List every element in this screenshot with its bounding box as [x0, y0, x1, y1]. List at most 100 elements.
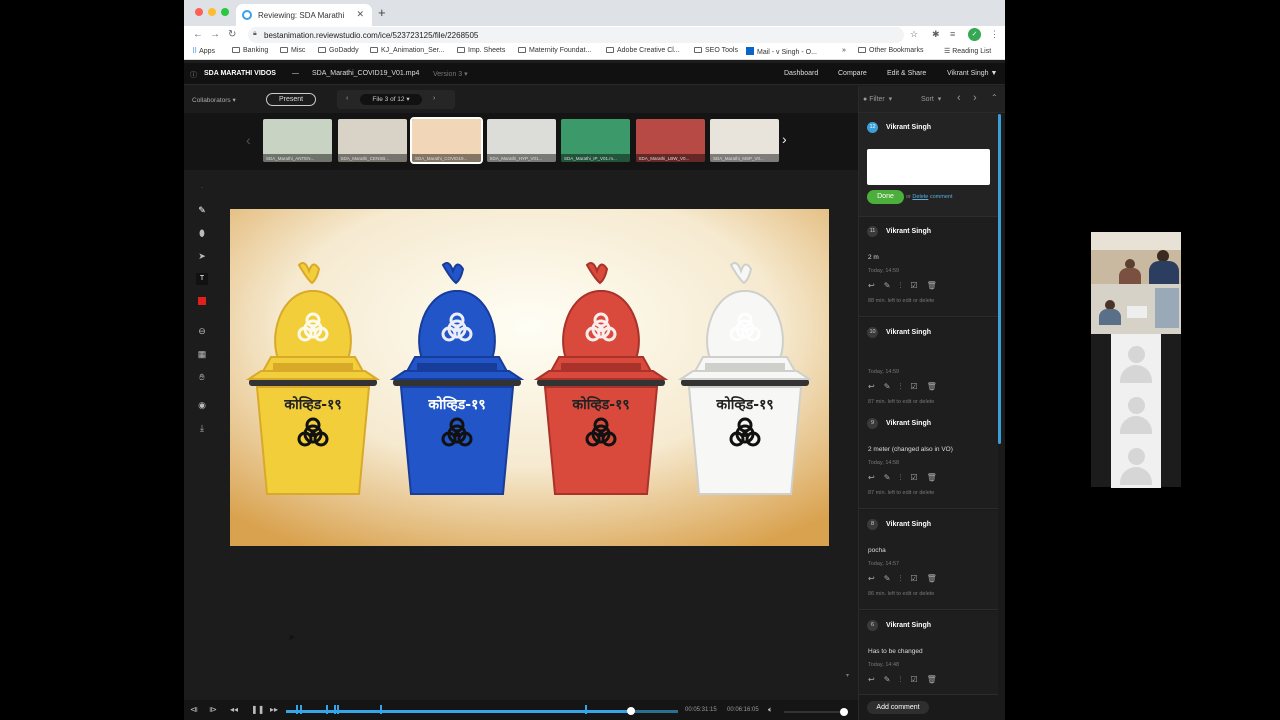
thumbnail-4[interactable]: SDA_Marathi_HYP_V01...: [486, 119, 556, 162]
rewind-icon[interactable]: ◂◂: [230, 705, 238, 714]
color-picker[interactable]: [196, 296, 208, 308]
pin-tool-icon[interactable]: ⬮: [196, 227, 208, 239]
volume-handle[interactable]: [840, 708, 848, 716]
comment-marker[interactable]: [296, 705, 298, 714]
bookmark-apps[interactable]: ⠿ Apps: [192, 47, 215, 55]
bookmark-adobe[interactable]: Adobe Creative Cl...: [606, 47, 680, 54]
attach-icon[interactable]: ⫶: [899, 281, 901, 290]
edit-icon[interactable]: ✎: [884, 473, 891, 482]
comment-marker[interactable]: [337, 705, 339, 714]
playhead-handle[interactable]: [626, 707, 635, 715]
edit-icon[interactable]: ✎: [884, 382, 891, 391]
bookmark-seo-tools[interactable]: SEO Tools: [694, 47, 738, 54]
done-button[interactable]: Done: [867, 190, 904, 204]
edit-icon[interactable]: ✎: [884, 574, 891, 583]
reply-icon[interactable]: ↩: [868, 281, 875, 290]
minimize-window-button[interactable]: [208, 8, 216, 16]
bookmark-imp-sheets[interactable]: Imp. Sheets: [457, 47, 505, 54]
delete-icon[interactable]: 🗑︎: [927, 382, 937, 391]
bookmark-mail[interactable]: Mail - v Singh - O...: [746, 47, 817, 56]
present-button[interactable]: Present: [266, 93, 316, 106]
reload-icon[interactable]: ↻: [228, 29, 236, 40]
sort-dropdown[interactable]: Sort ▾: [921, 95, 941, 103]
bookmark-banking[interactable]: Banking: [232, 47, 268, 54]
prev-frame-icon[interactable]: ⧏: [190, 705, 198, 714]
pointer-tool-icon[interactable]: ·: [196, 181, 208, 193]
new-tab-icon[interactable]: +: [378, 5, 386, 20]
info-icon[interactable]: ⓘ: [190, 70, 197, 80]
volume-icon[interactable]: 🔈︎: [768, 705, 773, 715]
download-icon[interactable]: ⤓: [196, 422, 208, 434]
extensions-icon[interactable]: ✱: [932, 29, 940, 40]
collapse-panel-icon[interactable]: ▾: [846, 672, 849, 679]
bookmark-maternity[interactable]: Maternity Foundat...: [518, 47, 591, 54]
comment-marker[interactable]: [334, 705, 336, 714]
browser-menu-icon[interactable]: ⋮: [990, 29, 999, 40]
comment-card[interactable]: 8 Vikrant Singh pocha Today, 14:57 86 min. l…: [859, 510, 998, 610]
attach-icon[interactable]: ⫶: [899, 675, 901, 684]
thumbnail-6[interactable]: SDA_Marathi_LBW_V0...: [635, 119, 705, 162]
text-tool-icon[interactable]: T: [196, 273, 208, 285]
comment-marker[interactable]: [326, 705, 328, 714]
timeline-track[interactable]: [286, 705, 678, 715]
bookmark-godaddy[interactable]: GoDaddy: [318, 47, 359, 54]
reading-list-icon[interactable]: ≡: [950, 29, 955, 39]
zoom-tool-icon[interactable]: ⊖: [196, 325, 208, 337]
comment-card[interactable]: 11 Vikrant Singh 2 m Today, 14:59 88 min. le…: [859, 217, 998, 317]
next-comment-icon[interactable]: ›: [973, 92, 977, 104]
maximize-window-button[interactable]: [221, 8, 229, 16]
fast-forward-icon[interactable]: ▸▸: [270, 705, 278, 714]
forward-icon[interactable]: →: [210, 29, 220, 40]
delete-icon[interactable]: 🗑︎: [927, 675, 937, 684]
back-icon[interactable]: ←: [193, 29, 203, 40]
thumbnails-prev-icon[interactable]: ‹: [246, 132, 251, 148]
thumbnail-3[interactable]: SDA_Marathi_COVID19...: [410, 117, 483, 164]
next-file-icon[interactable]: ›: [433, 95, 435, 102]
previous-file-icon[interactable]: ‹: [346, 95, 348, 102]
comment-card[interactable]: 6 Vikrant Singh Has to be changed Today, 14…: [859, 611, 998, 695]
delete-link[interactable]: Delete: [912, 194, 928, 200]
thumbnail-2[interactable]: SDA_Marathi_CENSB...: [337, 119, 407, 162]
bookmark-misc[interactable]: Misc: [280, 47, 305, 54]
comment-card[interactable]: 9 Vikrant Singh 2 meter (changed also in V…: [859, 409, 998, 509]
thumbnails-next-icon[interactable]: ›: [782, 131, 787, 147]
pen-tool-icon[interactable]: ✎: [196, 204, 208, 216]
reply-icon[interactable]: ↩: [868, 473, 875, 482]
version-dropdown[interactable]: Version 3 ▾: [433, 70, 468, 78]
resolve-checkbox-icon[interactable]: ☑: [910, 281, 917, 290]
add-comment-button[interactable]: Add comment: [867, 701, 929, 714]
resolve-checkbox-icon[interactable]: ☑: [910, 382, 917, 391]
arrow-tool-icon[interactable]: ➤: [196, 250, 208, 262]
bookmarks-overflow[interactable]: »: [842, 47, 846, 54]
star-bookmark-icon[interactable]: ☆: [910, 29, 918, 40]
fit-frame-icon[interactable]: ▦: [196, 348, 208, 360]
delete-icon[interactable]: 🗑︎: [927, 473, 937, 482]
file-counter-dropdown[interactable]: File 3 of 12 ▾: [360, 94, 422, 105]
browser-tab-active[interactable]: Reviewing: SDA Marathi ✕: [236, 4, 372, 26]
bookmark-reading-list[interactable]: ☰ Reading List: [944, 47, 991, 55]
edit-icon[interactable]: ✎: [884, 281, 891, 290]
comment-marker[interactable]: [380, 705, 382, 714]
collaborators-dropdown[interactable]: Collaborators ▾: [192, 96, 236, 104]
comment-marker[interactable]: [300, 705, 302, 714]
attach-icon[interactable]: ⫶: [899, 382, 901, 391]
reply-icon[interactable]: ↩: [868, 574, 875, 583]
user-menu[interactable]: Vikrant Singh ▼: [947, 70, 997, 77]
reply-icon[interactable]: ↩: [868, 675, 875, 684]
bookmark-kj-animation[interactable]: KJ_Animation_Ser...: [370, 47, 444, 54]
project-name[interactable]: SDA MARATHI VIDOS: [204, 70, 276, 77]
delete-icon[interactable]: 🗑︎: [927, 281, 937, 290]
nav-compare[interactable]: Compare: [838, 70, 867, 77]
close-window-button[interactable]: [195, 8, 203, 16]
volume-slider[interactable]: [784, 708, 848, 716]
nav-edit-share[interactable]: Edit & Share: [887, 70, 926, 77]
filter-dropdown[interactable]: ● Filter ▾: [863, 95, 892, 103]
collapse-comments-icon[interactable]: ⌃: [991, 93, 998, 102]
prev-comment-icon[interactable]: ‹: [957, 92, 961, 104]
nav-dashboard[interactable]: Dashboard: [784, 70, 818, 77]
pause-icon[interactable]: ❚❚: [251, 705, 264, 714]
thumbnail-1[interactable]: SDA_Marathi_ANTEN...: [263, 119, 332, 162]
resolve-checkbox-icon[interactable]: ☑: [910, 675, 917, 684]
attach-icon[interactable]: ⫶: [899, 574, 901, 583]
comment-card[interactable]: 10 Vikrant Singh Today, 14:59 87 min. left …: [859, 318, 998, 418]
